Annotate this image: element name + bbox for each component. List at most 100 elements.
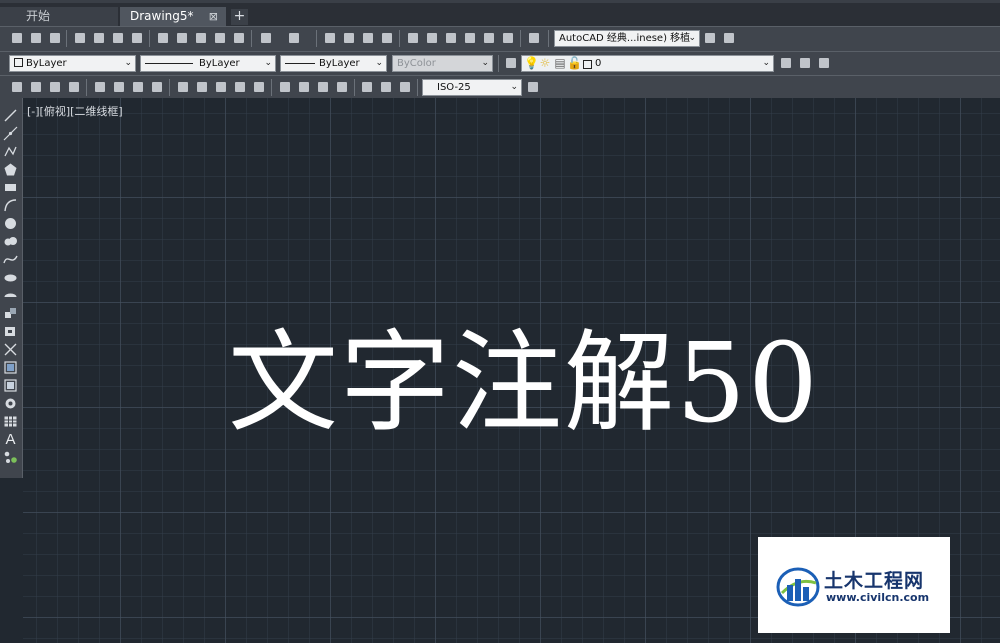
dimension-space-icon[interactable] <box>232 79 248 95</box>
dimension-style-icon[interactable] <box>525 79 541 95</box>
center-mark-icon[interactable] <box>296 79 312 95</box>
ellipse-icon[interactable] <box>3 270 18 285</box>
dimension-text-edit-icon[interactable] <box>378 79 394 95</box>
tab-drawing5[interactable]: Drawing5* ⊠ <box>120 7 226 26</box>
dimension-update-icon[interactable] <box>397 79 413 95</box>
help-icon[interactable] <box>526 30 542 46</box>
save-icon[interactable] <box>47 30 63 46</box>
insert-block-icon[interactable] <box>3 306 18 321</box>
layer-dropdown[interactable]: 💡 ☼ ▤ 🔓 0 ⌄ <box>521 55 774 72</box>
cut-icon[interactable] <box>155 30 171 46</box>
circle-icon[interactable] <box>3 216 18 231</box>
arc-length-icon[interactable] <box>47 79 63 95</box>
watermark-url: www.civilcn.com <box>826 591 930 604</box>
viewport-controls-label[interactable]: [-][俯视][二维线框] <box>27 103 123 119</box>
line-icon[interactable] <box>3 108 18 123</box>
polygon-icon[interactable] <box>3 162 18 177</box>
baseline-dimension-icon[interactable] <box>194 79 210 95</box>
continue-dimension-icon[interactable] <box>213 79 229 95</box>
diameter-dimension-icon[interactable] <box>130 79 146 95</box>
standard-toolbar: AutoCAD 经典...inese) 移植 ⌄ <box>0 26 1000 51</box>
open-icon[interactable] <box>28 30 44 46</box>
table-icon[interactable] <box>3 414 18 429</box>
make-current-layer-icon[interactable] <box>778 55 794 71</box>
spline-icon[interactable] <box>3 252 18 267</box>
match-properties-icon[interactable] <box>231 30 247 46</box>
quick-dimension-icon[interactable] <box>175 79 191 95</box>
plot-preview-icon[interactable] <box>91 30 107 46</box>
chevron-down-icon: ⌄ <box>762 58 770 68</box>
layer-states-icon[interactable] <box>816 55 832 71</box>
close-icon[interactable]: ⊠ <box>209 7 218 26</box>
construction-line-icon[interactable] <box>3 126 18 141</box>
line-sample-icon <box>285 63 315 64</box>
chevron-down-icon: ⌄ <box>375 58 383 68</box>
dimstyle-dropdown[interactable]: ISO-25 ⌄ <box>422 79 522 96</box>
aligned-dimension-icon[interactable] <box>28 79 44 95</box>
new-tab-button[interactable]: + <box>231 9 248 25</box>
linear-dimension-icon[interactable] <box>9 79 25 95</box>
tab-start[interactable]: 开始 <box>0 7 118 26</box>
sheet-set-icon[interactable] <box>462 30 478 46</box>
fullscreen-icon[interactable] <box>721 30 737 46</box>
redo-icon[interactable] <box>286 30 302 46</box>
publish-icon[interactable] <box>110 30 126 46</box>
zoom-previous-icon[interactable] <box>379 30 395 46</box>
dimension-edit-icon[interactable] <box>359 79 375 95</box>
revcloud-icon[interactable] <box>3 234 18 249</box>
3d-print-icon[interactable] <box>129 30 145 46</box>
menu-strip-remnant <box>0 0 1000 3</box>
zoom-window-icon[interactable] <box>360 30 376 46</box>
plotstyle-value: ByColor <box>397 58 436 69</box>
polyline-icon[interactable] <box>3 144 18 159</box>
linetype-dropdown[interactable]: ByLayer ⌄ <box>140 55 276 72</box>
paste-icon[interactable] <box>193 30 209 46</box>
workspace-value: AutoCAD 经典...inese) 移植 <box>559 33 691 44</box>
add-selected-icon[interactable] <box>3 450 18 465</box>
dimension-break-icon[interactable] <box>251 79 267 95</box>
toolbar-separator <box>86 79 87 96</box>
make-block-icon[interactable] <box>3 324 18 339</box>
copy-icon[interactable] <box>174 30 190 46</box>
tool-palettes-icon[interactable] <box>443 30 459 46</box>
design-center-icon[interactable] <box>424 30 440 46</box>
color-dropdown[interactable]: ByLayer ⌄ <box>9 55 136 72</box>
radius-dimension-icon[interactable] <box>92 79 108 95</box>
markup-icon[interactable] <box>481 30 497 46</box>
gear-icon[interactable] <box>702 30 718 46</box>
watermark-name: 土木工程网 <box>824 570 925 592</box>
properties-icon[interactable] <box>405 30 421 46</box>
undo-icon[interactable] <box>258 30 274 46</box>
region-icon[interactable] <box>3 396 18 411</box>
lineweight-dropdown[interactable]: ByLayer ⌄ <box>280 55 387 72</box>
plot-icon[interactable] <box>72 30 88 46</box>
tab-drawing-label: Drawing5* <box>130 9 194 23</box>
layer-previous-icon[interactable] <box>797 55 813 71</box>
tolerance-icon[interactable] <box>277 79 293 95</box>
toolbar-separator <box>251 30 252 47</box>
rectangle-icon[interactable] <box>3 180 18 195</box>
toolbar-separator <box>316 30 317 47</box>
zoom-realtime-icon[interactable] <box>341 30 357 46</box>
ordinate-dimension-icon[interactable] <box>66 79 82 95</box>
hatch-icon[interactable] <box>3 360 18 375</box>
jogged-linear-icon[interactable] <box>334 79 350 95</box>
arc-icon[interactable] <box>3 198 18 213</box>
gradient-icon[interactable] <box>3 378 18 393</box>
quickcalc-icon[interactable] <box>500 30 516 46</box>
plotstyle-dropdown: ByColor ⌄ <box>392 55 493 72</box>
layer-properties-icon[interactable] <box>503 55 519 71</box>
pan-icon[interactable] <box>322 30 338 46</box>
dimstyle-value: ISO-25 <box>437 82 471 93</box>
point-icon[interactable] <box>3 342 18 357</box>
inspection-icon[interactable] <box>315 79 331 95</box>
new-icon[interactable] <box>9 30 25 46</box>
drawing-text-object[interactable]: 文字注解50 <box>228 318 820 448</box>
jogged-dimension-icon[interactable] <box>111 79 127 95</box>
paste-special-icon[interactable] <box>212 30 228 46</box>
ellipse-arc-icon[interactable] <box>3 288 18 303</box>
angular-dimension-icon[interactable] <box>149 79 165 95</box>
chevron-down-icon: ⌄ <box>481 58 489 68</box>
multiline-text-icon[interactable]: A <box>3 432 18 447</box>
workspace-dropdown[interactable]: AutoCAD 经典...inese) 移植 ⌄ <box>554 30 700 47</box>
